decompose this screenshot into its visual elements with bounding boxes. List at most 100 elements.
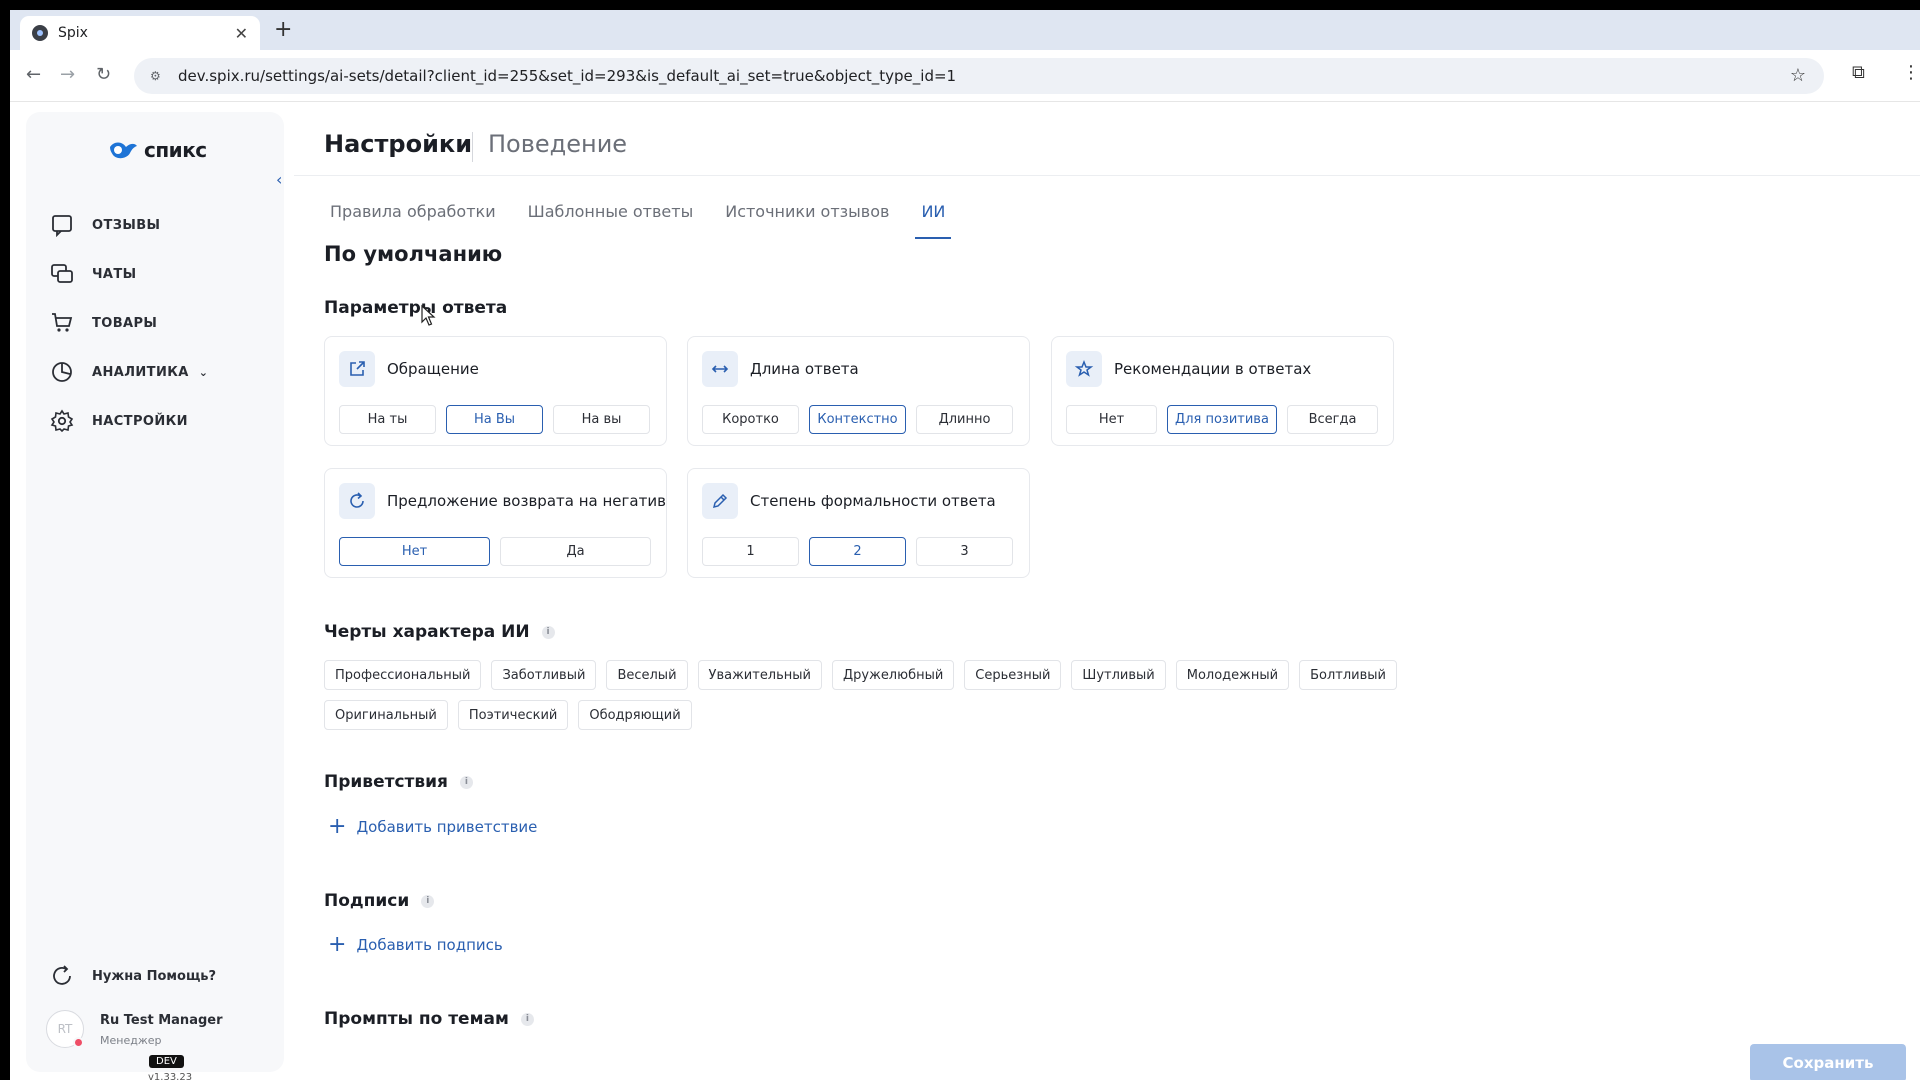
add-signature-button[interactable]: + Добавить подпись	[328, 934, 503, 956]
env-badge: DEV	[149, 1055, 184, 1068]
forward-icon[interactable]: →	[60, 64, 75, 85]
browser-window: Spix ✕ + ← → ↻ ⚙ dev.spix.ru/settings/ai…	[10, 10, 1920, 1080]
card-title: Обращение	[387, 360, 479, 378]
trait-chip[interactable]: Заботливый	[491, 660, 597, 690]
option-contextual[interactable]: Контекстно	[809, 405, 906, 434]
save-button[interactable]: Сохранить	[1750, 1044, 1906, 1080]
refresh-icon	[339, 483, 375, 519]
sidebar-item-products[interactable]: ТОВАРЫ	[50, 308, 157, 338]
greetings-title: Приветствия i	[324, 772, 473, 792]
page-header: Настройки Поведение	[294, 102, 1920, 176]
info-icon[interactable]: i	[421, 894, 435, 908]
option-no[interactable]: Нет	[1066, 405, 1157, 434]
help-link[interactable]: Нужна Помощь?	[50, 964, 216, 988]
main-content: Настройки Поведение Правила обработки Ша…	[294, 102, 1920, 1080]
browser-tab[interactable]: Spix ✕	[20, 16, 260, 50]
trait-chip[interactable]: Дружелюбный	[832, 660, 955, 690]
close-tab-icon[interactable]: ✕	[235, 24, 248, 43]
reload-icon[interactable]: ↻	[96, 64, 111, 85]
params-title-text: Параметры ответа	[324, 298, 508, 318]
card-title: Предложение возврата на негатив	[387, 492, 666, 510]
trait-chip[interactable]: Болтливый	[1299, 660, 1397, 690]
set-title: По умолчанию	[324, 242, 503, 266]
collapse-sidebar-icon[interactable]: ‹	[276, 170, 282, 189]
add-greeting-button[interactable]: + Добавить приветствие	[328, 814, 537, 839]
trait-chip[interactable]: Серьезный	[964, 660, 1062, 690]
trait-chip[interactable]: Оригинальный	[324, 700, 448, 730]
sidebar-item-label: ОТЗЫВЫ	[92, 217, 161, 233]
info-icon[interactable]: i	[520, 1012, 534, 1026]
card-length: Длина ответа Коротко Контекстно Длинно	[687, 336, 1030, 446]
option-formality-2[interactable]: 2	[809, 537, 906, 566]
option-for-positive[interactable]: Для позитива	[1167, 405, 1277, 434]
new-tab-button[interactable]: +	[274, 19, 292, 41]
reviews-icon	[52, 215, 72, 237]
sidebar-item-settings[interactable]: НАСТРОЙКИ	[50, 406, 188, 436]
user-role: Менеджер	[100, 1034, 162, 1047]
address-bar[interactable]: ⚙ dev.spix.ru/settings/ai-sets/detail?cl…	[134, 58, 1824, 94]
option-short[interactable]: Коротко	[702, 405, 799, 434]
tab-title: Spix	[58, 25, 88, 41]
back-icon[interactable]: ←	[26, 64, 41, 85]
menu-icon[interactable]: ⋮	[1902, 62, 1920, 83]
sidebar: спикс ‹ ОТЗЫВЫ ЧАТЫ ТОВАРЫ АНАЛИТИКА ⌄ Н…	[26, 112, 284, 1080]
add-signature-label: Добавить подпись	[356, 936, 503, 954]
browser-toolbar: ← → ↻ ⚙ dev.spix.ru/settings/ai-sets/det…	[10, 50, 1920, 102]
bookmark-star-icon[interactable]: ☆	[1790, 65, 1806, 86]
trait-chip[interactable]: Ободряющий	[578, 700, 692, 730]
site-info-icon[interactable]: ⚙	[150, 69, 166, 83]
tab-template-answers[interactable]: Шаблонные ответы	[522, 202, 700, 239]
option-no[interactable]: Нет	[339, 537, 490, 566]
tab-review-sources[interactable]: Источники отзывов	[719, 202, 895, 239]
option-yes[interactable]: Да	[500, 537, 651, 566]
option-always[interactable]: Всегда	[1287, 405, 1378, 434]
sidebar-item-label: АНАЛИТИКА	[92, 364, 189, 380]
trait-chip[interactable]: Молодежный	[1175, 660, 1290, 690]
mouse-cursor-icon	[421, 304, 436, 326]
sidebar-item-reviews[interactable]: ОТЗЫВЫ	[50, 210, 160, 240]
trait-chip[interactable]: Уважительный	[697, 660, 822, 690]
chats-icon	[51, 264, 73, 283]
spix-favicon-icon	[32, 25, 48, 41]
option-na-ty[interactable]: На ты	[339, 405, 436, 434]
traits-title-text: Черты характера ИИ	[324, 622, 530, 642]
cast-icon[interactable]: ⧉	[1852, 62, 1865, 83]
avatar[interactable]: RT	[46, 1010, 84, 1048]
version-label: v1.33.23	[148, 1072, 193, 1080]
signatures-title-text: Подписи	[324, 891, 410, 911]
info-icon[interactable]: i	[459, 775, 473, 789]
params-title: Параметры ответа	[324, 298, 507, 318]
trait-chip[interactable]: Шутливый	[1071, 660, 1166, 690]
greetings-title-text: Приветствия	[324, 772, 448, 792]
sidebar-item-analytics[interactable]: АНАЛИТИКА ⌄	[50, 357, 208, 387]
help-label: Нужна Помощь?	[92, 968, 217, 984]
sidebar-item-label: ЧАТЫ	[92, 266, 137, 282]
card-title: Рекомендации в ответах	[1114, 360, 1312, 378]
info-icon[interactable]: i	[541, 625, 555, 639]
traits-title: Черты характера ИИ i	[324, 622, 555, 642]
plus-icon: +	[328, 814, 347, 839]
trait-chip[interactable]: Профессиональный	[324, 660, 482, 690]
logo[interactable]: спикс	[108, 138, 207, 162]
option-long[interactable]: Длинно	[916, 405, 1013, 434]
avatar-initials: RT	[57, 1022, 73, 1036]
share-icon	[339, 351, 375, 387]
trait-chip[interactable]: Веселый	[606, 660, 688, 690]
sidebar-item-chats[interactable]: ЧАТЫ	[50, 259, 137, 289]
option-na-vy[interactable]: На вы	[553, 405, 650, 434]
option-formality-3[interactable]: 3	[916, 537, 1013, 566]
user-profile[interactable]: RT Ru Test Manager Менеджер	[46, 1010, 223, 1048]
trait-chip[interactable]: Поэтический	[457, 700, 569, 730]
page-subtitle: Поведение	[488, 130, 628, 158]
notification-dot	[73, 1037, 84, 1048]
tab-processing-rules[interactable]: Правила обработки	[324, 202, 502, 239]
option-formality-1[interactable]: 1	[702, 537, 799, 566]
page-title: Настройки	[324, 130, 473, 158]
tab-strip: Spix ✕ +	[10, 10, 1920, 50]
tab-ai[interactable]: ИИ	[915, 202, 952, 239]
chevron-down-icon[interactable]: ⌄	[199, 366, 209, 379]
option-na-vy-formal[interactable]: На Вы	[446, 405, 543, 434]
traits-list: Профессиональный Заботливый Веселый Уваж…	[324, 660, 1424, 730]
url-text: dev.spix.ru/settings/ai-sets/detail?clie…	[178, 67, 957, 85]
signatures-title: Подписи i	[324, 891, 435, 911]
